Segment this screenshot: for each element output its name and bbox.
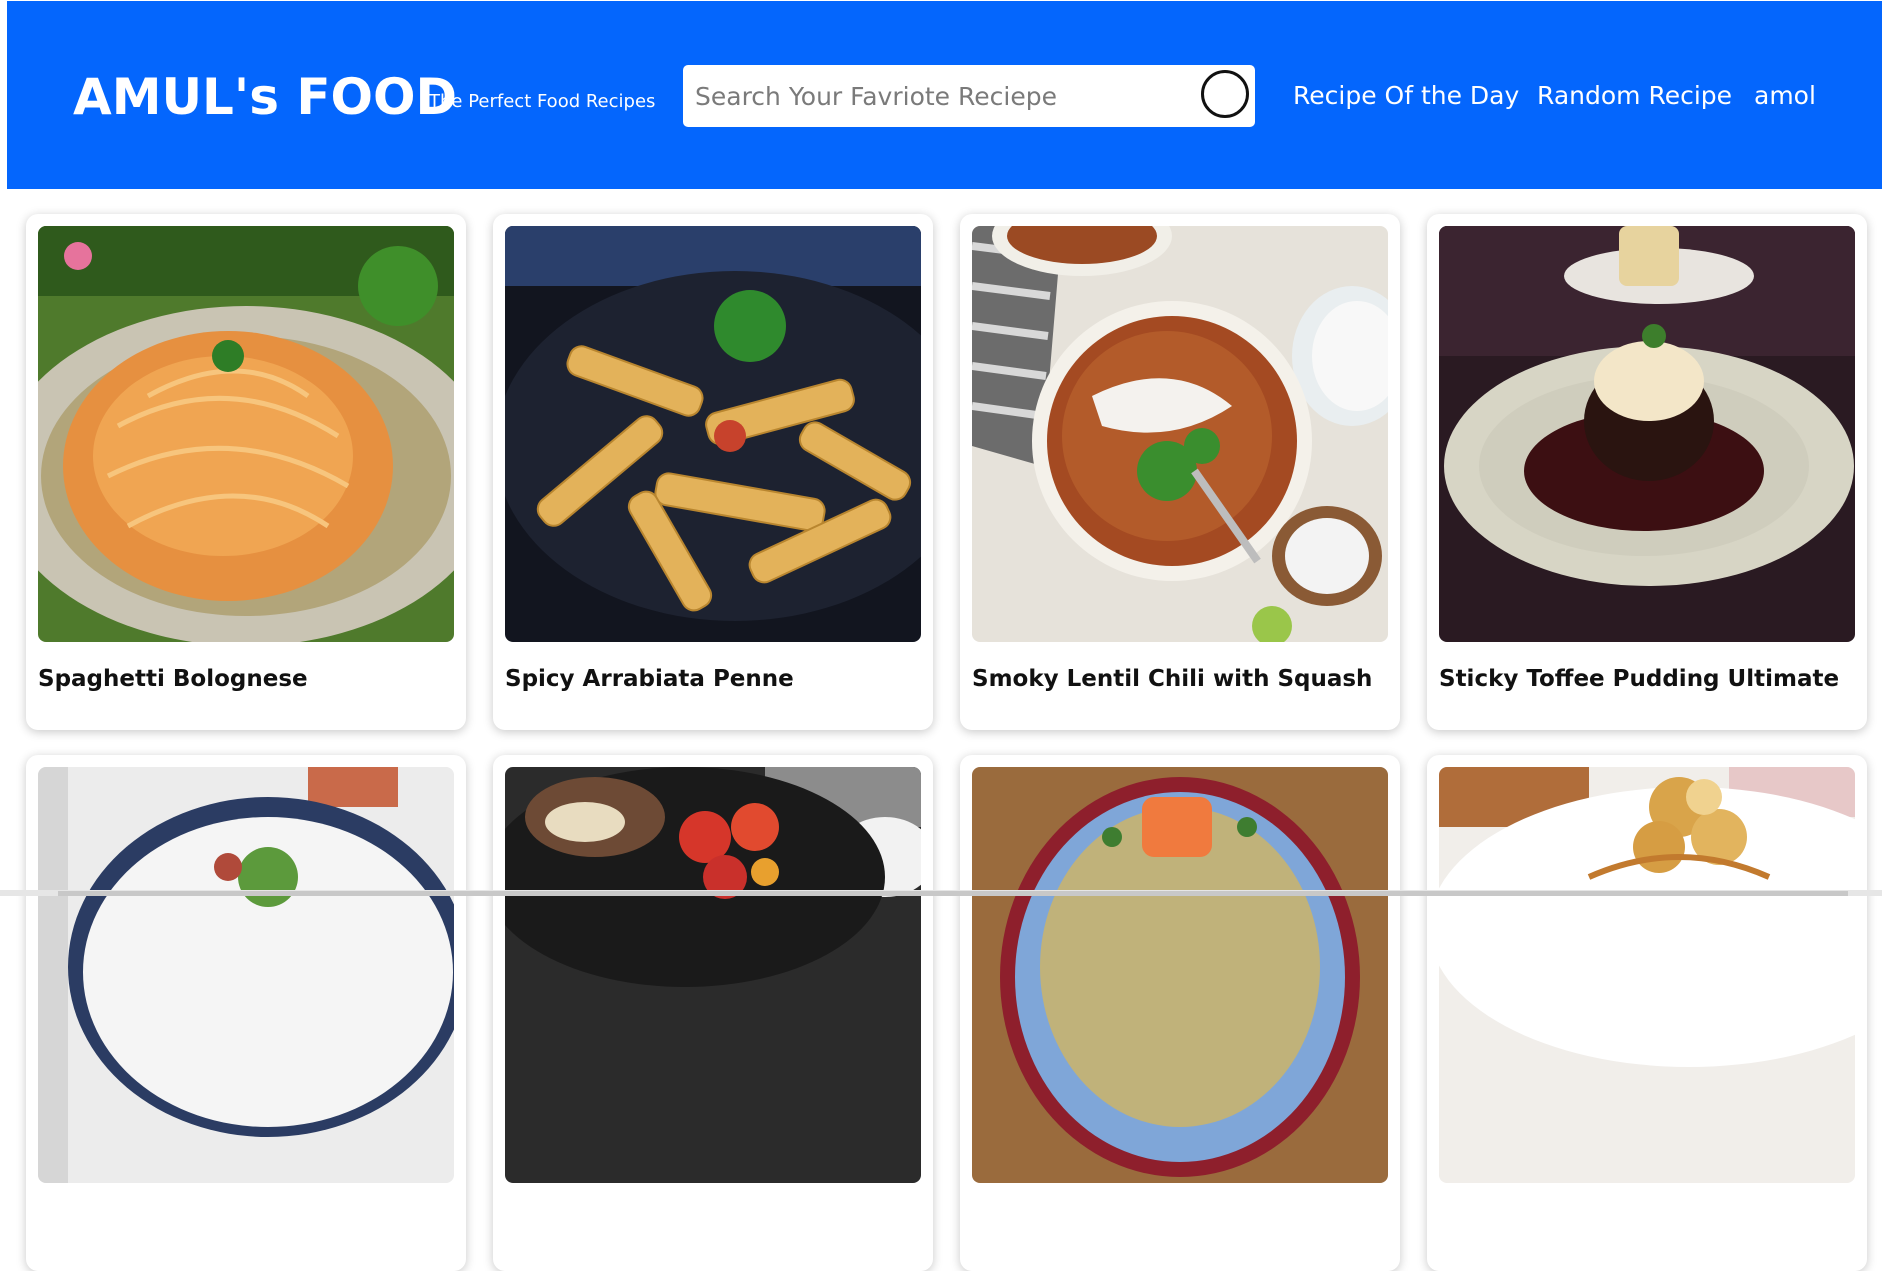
brand-title[interactable]: AMUL's FOOD [73,67,457,127]
spaghetti-image[interactable] [38,226,454,642]
recipe-title[interactable]: Sticky Toffee Pudding Ultimate [1439,666,1839,692]
recipe-card[interactable]: Smoky Lentil Chili with Squash [960,214,1400,730]
nav-user-amol[interactable]: amol [1754,79,1816,113]
recipe-title[interactable]: Spaghetti Bolognese [38,666,308,692]
lentil-chili-image[interactable] [972,226,1388,642]
recipe-card[interactable]: Spicy Arrabiata Penne [493,214,933,730]
toffee-pudding-image[interactable] [1439,226,1855,642]
recipe-card[interactable]: Spaghetti Bolognese [26,214,466,730]
salmon-rice-image[interactable] [972,767,1388,1183]
recipe-card[interactable] [493,755,933,1271]
recipe-card[interactable] [1427,755,1867,1271]
recipe-card[interactable] [26,755,466,1271]
scrollbar-thumb[interactable] [58,891,1848,896]
nav-random-recipe[interactable]: Random Recipe [1537,79,1732,113]
search-input[interactable] [695,65,1175,127]
recipe-card[interactable] [960,755,1400,1271]
penne-image[interactable] [505,226,921,642]
profiterole-image[interactable] [1439,767,1855,1183]
recipe-title[interactable]: Spicy Arrabiata Penne [505,666,794,692]
brand-tagline: The Perfect Food Recipes [429,91,656,112]
search-button[interactable] [1201,70,1249,118]
salad-image[interactable] [38,767,454,1183]
top-header: AMUL's FOOD The Perfect Food Recipes Rec… [7,1,1882,189]
recipe-card[interactable]: Sticky Toffee Pudding Ultimate [1427,214,1867,730]
nav-recipe-of-the-day[interactable]: Recipe Of the Day [1293,79,1519,113]
recipe-title[interactable]: Smoky Lentil Chili with Squash [972,666,1372,692]
roasted-veg-image[interactable] [505,767,921,1183]
search-bar [683,65,1255,127]
